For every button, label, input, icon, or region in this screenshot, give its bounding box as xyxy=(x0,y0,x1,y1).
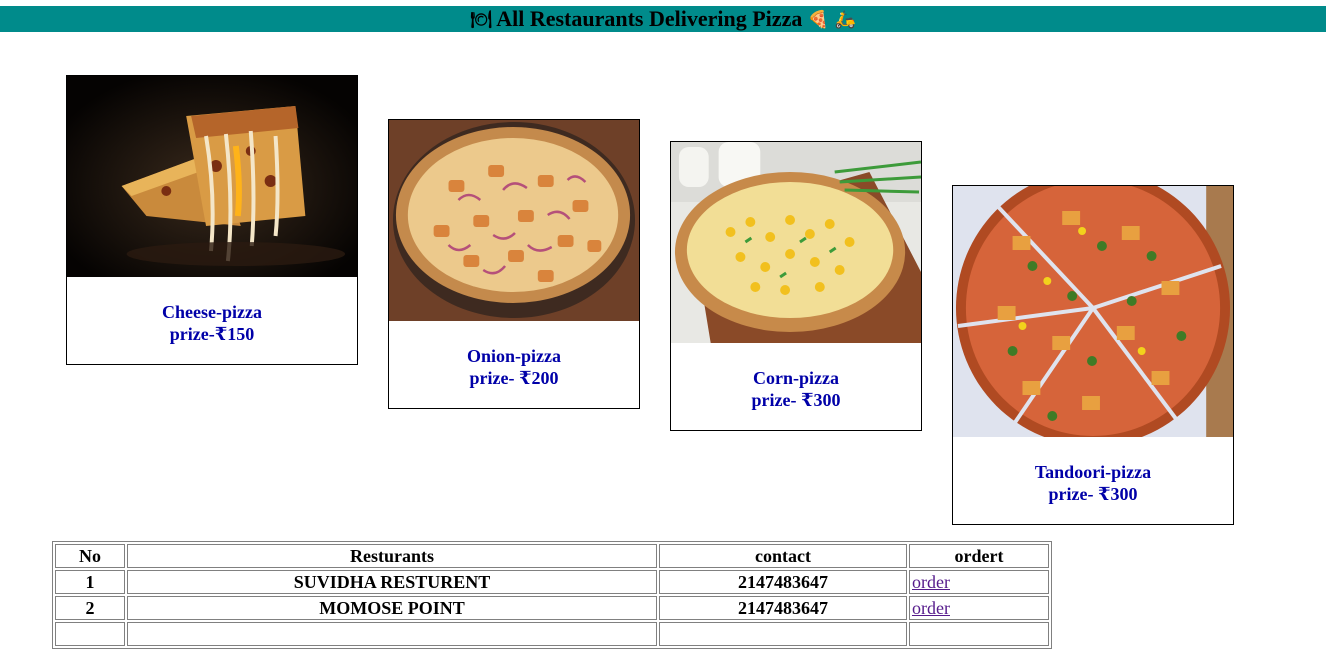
pizza-card-onion-text: Onion-pizza prize- ₹200 xyxy=(389,345,639,389)
restaurant-name xyxy=(127,622,657,646)
restaurant-contact xyxy=(659,622,907,646)
pizza-card-tandoori[interactable]: Tandoori-pizza prize- ₹300 xyxy=(952,185,1234,525)
pizza-slice-icon: 🍕 xyxy=(807,10,829,30)
table-header-row: No Resturants contact ordert xyxy=(55,544,1049,568)
pizza-card-cheese-text: Cheese-pizza prize-₹150 xyxy=(67,301,357,345)
col-header-restaurants: Resturants xyxy=(127,544,657,568)
pizza-price: prize- ₹300 xyxy=(751,390,841,410)
row-number: 1 xyxy=(55,570,125,594)
page-title: All Restaurants Delivering Pizza xyxy=(496,6,803,31)
order-cell xyxy=(909,622,1049,646)
pizza-card-cheese[interactable]: Cheese-pizza prize-₹150 xyxy=(66,75,358,365)
restaurant-name: SUVIDHA RESTURENT xyxy=(127,570,657,594)
table-row: 1 SUVIDHA RESTURENT 2147483647 order xyxy=(55,570,1049,594)
onion-pizza-image xyxy=(389,120,639,321)
tandoori-pizza-image xyxy=(953,186,1233,437)
order-cell: order xyxy=(909,596,1049,620)
pizza-price: prize-₹150 xyxy=(169,324,255,344)
cheese-pizza-image xyxy=(67,76,357,277)
order-cell: order xyxy=(909,570,1049,594)
table-row xyxy=(55,622,1049,646)
order-link[interactable]: order xyxy=(912,598,950,618)
col-header-contact: contact xyxy=(659,544,907,568)
pizza-card-corn[interactable]: Corn-pizza prize- ₹300 xyxy=(670,141,922,431)
pizza-price: prize- ₹300 xyxy=(1048,484,1138,504)
pizza-card-tandoori-text: Tandoori-pizza prize- ₹300 xyxy=(953,461,1233,505)
col-header-no: No xyxy=(55,544,125,568)
page-header: 🍽 All Restaurants Delivering Pizza 🍕 🛵 xyxy=(0,6,1326,32)
pizza-name: Corn-pizza xyxy=(753,368,839,388)
pizza-name: Cheese-pizza xyxy=(162,302,262,322)
restaurant-contact: 2147483647 xyxy=(659,596,907,620)
corn-pizza-image xyxy=(671,142,921,343)
pizza-card-corn-text: Corn-pizza prize- ₹300 xyxy=(671,367,921,411)
row-number xyxy=(55,622,125,646)
pizza-name: Onion-pizza xyxy=(466,346,561,366)
col-header-order: ordert xyxy=(909,544,1049,568)
restaurant-name: MOMOSE POINT xyxy=(127,596,657,620)
delivery-scooter-icon: 🛵 xyxy=(834,10,856,30)
pizza-price: prize- ₹200 xyxy=(469,368,559,388)
restaurants-table: No Resturants contact ordert 1 SUVIDHA R… xyxy=(52,541,1052,649)
table-row: 2 MOMOSE POINT 2147483647 order xyxy=(55,596,1049,620)
pizza-card-onion[interactable]: Onion-pizza prize- ₹200 xyxy=(388,119,640,409)
fork-knife-plate-icon: 🍽 xyxy=(470,10,492,30)
restaurant-contact: 2147483647 xyxy=(659,570,907,594)
pizza-name: Tandoori-pizza xyxy=(1034,462,1152,482)
row-number: 2 xyxy=(55,596,125,620)
order-link[interactable]: order xyxy=(912,572,950,592)
